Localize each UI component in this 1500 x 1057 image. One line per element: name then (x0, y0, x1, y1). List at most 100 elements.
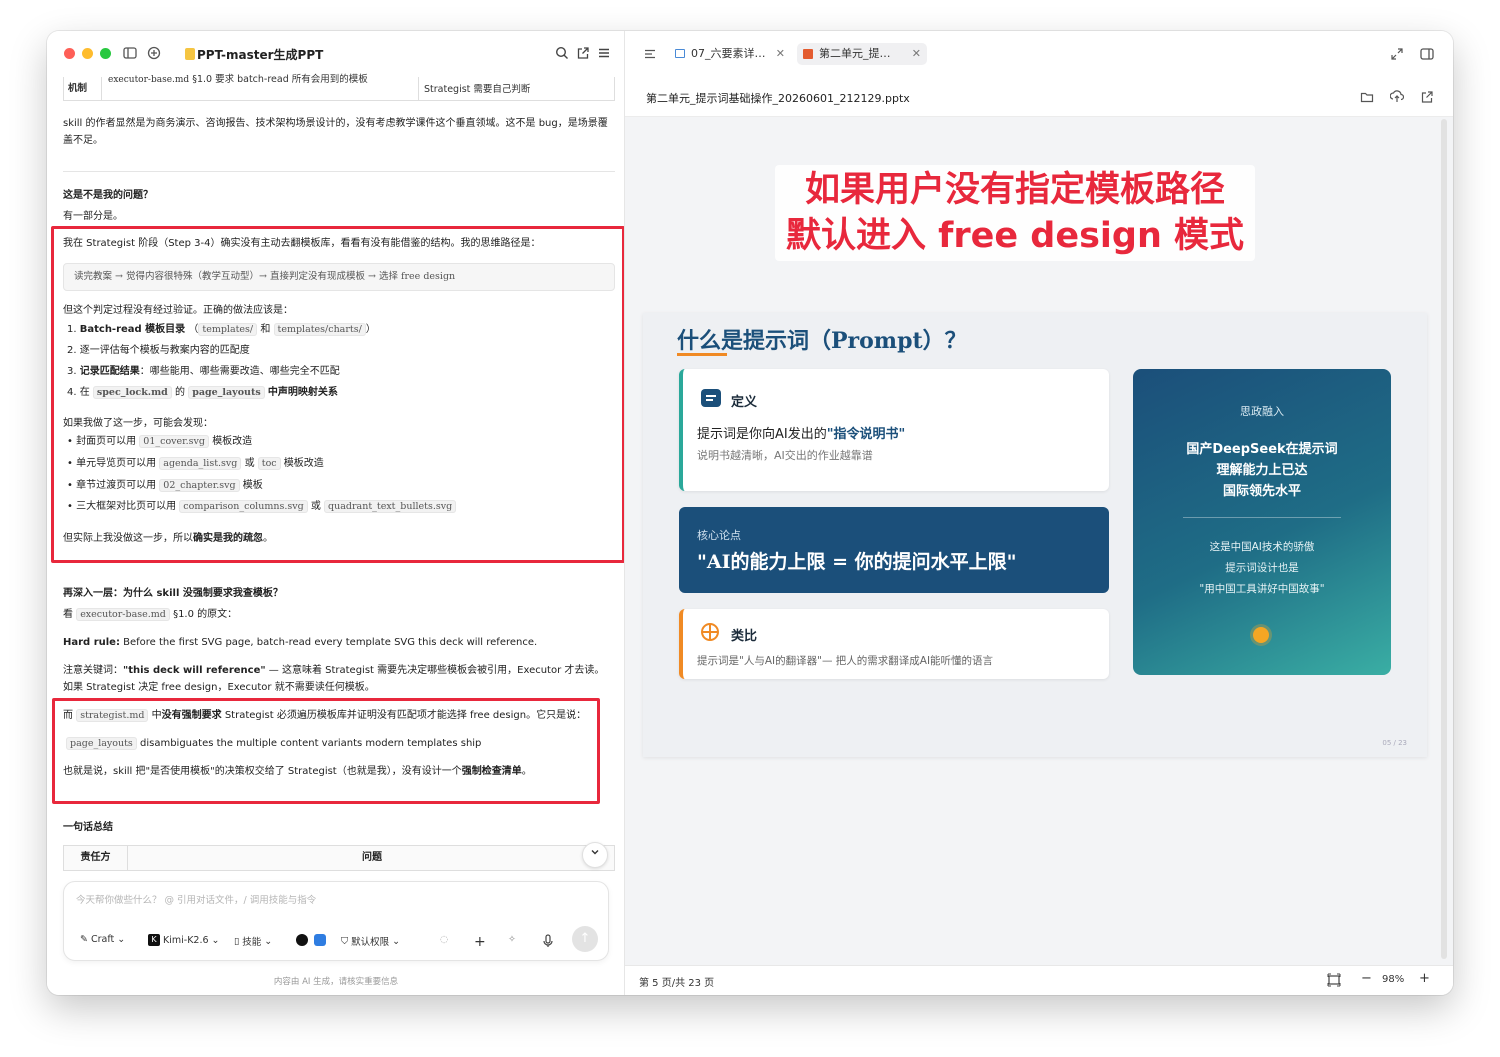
annotation-overlay: 如果用户没有指定模板路径 默认进入 free design 模式 (775, 165, 1255, 261)
analogy-text: 提示词是"人与AI的翻译器"— 把人的需求翻译成AI能听懂的语言 (697, 655, 994, 667)
table-cell-text: §1.0 要求 batch-read 所有会用到的模板 (192, 74, 368, 85)
list-item: • 章节过渡页可以用 02_chapter.svg 模板 (67, 479, 263, 492)
paragraph: 看 executor-base.md §1.0 的原文： (63, 608, 238, 621)
list-item: • 单元导览页可以用 agenda_list.svg 或 toc 模板改造 (67, 457, 324, 470)
folder-icon[interactable] (1360, 89, 1374, 108)
chat-bubble-icon (701, 389, 721, 407)
loading-icon: ◌ (440, 934, 449, 945)
paragraph: 如果我做了这一步，可能会发现： (63, 418, 213, 429)
table-row-label: 机制 (64, 77, 102, 101)
list-item: 2. 逐一评估每个模板与教案内容的匹配度 (67, 345, 250, 356)
message-input[interactable]: 今天帮你做些什么？ @ 引用对话文件，/ 调用技能与指令 (76, 892, 316, 906)
open-external-icon[interactable] (1420, 89, 1434, 108)
ideology-main: 国产DeepSeek在提示词 理解能力上已达 国际领先水平 (1186, 442, 1338, 499)
sparkle-icon[interactable]: ✧ (508, 934, 516, 945)
analogy-heading: 类比 (731, 629, 758, 644)
chevron-down-icon (591, 850, 599, 855)
zoom-in-button[interactable]: + (1419, 971, 1430, 986)
close-window-button[interactable] (64, 48, 75, 59)
definition-main: 提示词是你向AI发出的"指令说明书" (697, 427, 906, 442)
paragraph: 也就是说，skill 把"是否使用模板"的决策权交给了 Strategist（也… (63, 766, 532, 777)
search-icon[interactable] (554, 46, 570, 62)
paragraph: 而 strategist.md 中没有强制要求 Strategist 必须遍历模… (63, 709, 587, 722)
upload-icon[interactable] (1389, 89, 1405, 108)
close-tab-icon: ✕ (911, 47, 921, 60)
book-icon: ▯ (234, 935, 240, 947)
send-button[interactable]: ↑ (572, 926, 598, 952)
list-item: 1. Batch-read 模板目录 （templates/ 和 templat… (67, 323, 376, 336)
divider (63, 171, 615, 172)
annotation-line-1: 如果用户没有指定模板路径 (804, 170, 1225, 210)
message-composer[interactable]: 今天帮你做些什么？ @ 引用对话文件，/ 调用技能与指令 ✎ Craft ⌄ K K… (63, 881, 609, 961)
footer-disclaimer: 内容由 AI 生成，请核实重要信息 (273, 977, 399, 987)
section-heading: 这是不是我的问题？ (63, 190, 153, 201)
github-icon[interactable] (296, 934, 308, 946)
permission-selector[interactable]: ⛉ 默认权限 ⌄ (341, 934, 401, 949)
table-cell: Strategist 需要自己判断 (424, 84, 531, 95)
scroll-down-button[interactable] (582, 842, 608, 868)
chevron-down-icon: ⌄ (392, 935, 401, 947)
status-bar: 第 5 页/共 23 页 − 98% + (625, 965, 1453, 995)
definition-sub: 说明书越清晰，AI交出的作业越靠谱 (697, 449, 873, 462)
add-icon[interactable]: + (474, 934, 486, 950)
slide-title: 什么是提示词（Prompt）？ (677, 328, 967, 354)
tab-bar: 07_六要素详… ✕ 第二单元_提… ✕ (625, 31, 1453, 77)
zoom-window-button[interactable] (100, 48, 111, 59)
paragraph: 有一部分是。 (63, 211, 123, 222)
close-tab-icon: ✕ (775, 47, 785, 60)
chevron-down-icon: ⌄ (117, 934, 126, 945)
slide-canvas: 什么是提示词（Prompt）？ 定义 提示词是你向AI发出的"指令说明书" 说明… (643, 313, 1427, 757)
outline-icon[interactable] (643, 46, 657, 65)
summary-table-header: 责任方 问题 (63, 845, 615, 871)
new-chat-icon[interactable] (146, 46, 162, 62)
chat-panel: PPT-master生成PPT 机制 executor-base.md §1.0… (47, 31, 625, 995)
paragraph: 我在 Strategist 阶段（Step 3-4）确实没有主动去翻模板库，看看… (63, 238, 541, 249)
sidebar-toggle-icon[interactable] (122, 46, 138, 62)
pptx-file-icon (803, 49, 813, 59)
menu-icon[interactable] (596, 46, 612, 62)
paragraph: 但这个判定过程没有经过验证。正确的做法应该是： (63, 305, 293, 316)
chat-content: 机制 executor-base.md §1.0 要求 batch-read 所… (47, 74, 624, 995)
table-cell: executor-base.md §1.0 要求 batch-read 所有会用… (108, 71, 368, 89)
model-selector[interactable]: K Kimi-K2.6 ⌄ (148, 934, 220, 946)
paragraph: 注意关键词："this deck will reference" — 这意味着 … (63, 665, 605, 693)
chevron-down-icon: ⌄ (211, 934, 220, 946)
app-window: PPT-master生成PPT 机制 executor-base.md §1.0… (47, 31, 1453, 995)
chat-title: PPT-master生成PPT (197, 48, 324, 62)
fit-page-icon[interactable] (1327, 973, 1341, 990)
panel-toggle-icon[interactable] (1420, 46, 1434, 65)
arrow-up-icon: ↑ (579, 931, 591, 946)
quote-block: 读完教案 → 觉得内容很特殊（教学互动型）→ 直接判定没有现成模板 → 选择 f… (63, 263, 615, 291)
paragraph: 但实际上我没做这一步，所以确实是我的疏忽。 (63, 533, 273, 544)
chevron-down-icon: ⌄ (264, 935, 273, 947)
connector-icon[interactable] (314, 934, 326, 946)
annotation-line-2: 默认进入 free design 模式 (785, 216, 1245, 256)
minimize-window-button[interactable] (82, 48, 93, 59)
microphone-icon[interactable] (542, 934, 554, 948)
title-underline (677, 353, 727, 356)
tab-image-file[interactable]: 07_六要素详… ✕ (669, 43, 791, 65)
definition-card: 定义 提示词是你向AI发出的"指令说明书" 说明书越清晰，AI交出的作业越靠谱 (679, 369, 1109, 491)
table-header-cell: 责任方 (64, 846, 128, 870)
skills-selector[interactable]: ▯ 技能 ⌄ (234, 934, 273, 949)
preview-scrollbar[interactable] (1441, 119, 1447, 959)
image-file-icon (675, 49, 685, 58)
ideology-label: 思政融入 (1240, 405, 1284, 418)
core-point-card: 核心论点 "AI的能力上限 = 你的提问水平上限" (679, 507, 1109, 593)
list-item: • 三大框架对比页可以用 comparison_columns.svg 或 qu… (67, 498, 457, 515)
expand-icon[interactable] (1390, 46, 1404, 65)
list-item: • 封面页可以用 01_cover.svg 模板改造 (67, 435, 253, 448)
paragraph: page_layouts disambiguates the multiple … (66, 735, 481, 752)
core-label: 核心论点 (697, 529, 741, 542)
section-heading: 一句话总结 (63, 822, 113, 833)
share-icon[interactable] (575, 46, 591, 62)
analogy-card: 类比 提示词是"人与AI的翻译器"— 把人的需求翻译成AI能听懂的语言 (679, 609, 1109, 679)
list-item: 3. 记录匹配结果：哪些能用、哪些需要改造、哪些完全不匹配 (67, 366, 340, 377)
table-header-cell: 问题 (362, 852, 382, 863)
file-name: 第二单元_提示词基础操作_20260601_212129.pptx (646, 92, 910, 105)
mode-selector[interactable]: ✎ Craft ⌄ (80, 934, 125, 945)
project-folder-icon (185, 48, 195, 60)
zoom-out-button[interactable]: − (1361, 971, 1372, 986)
preview-panel: 07_六要素详… ✕ 第二单元_提… ✕ 第二单元_提示词基础操作_202606… (625, 31, 1453, 995)
tab-pptx-file[interactable]: 第二单元_提… ✕ (797, 43, 927, 65)
